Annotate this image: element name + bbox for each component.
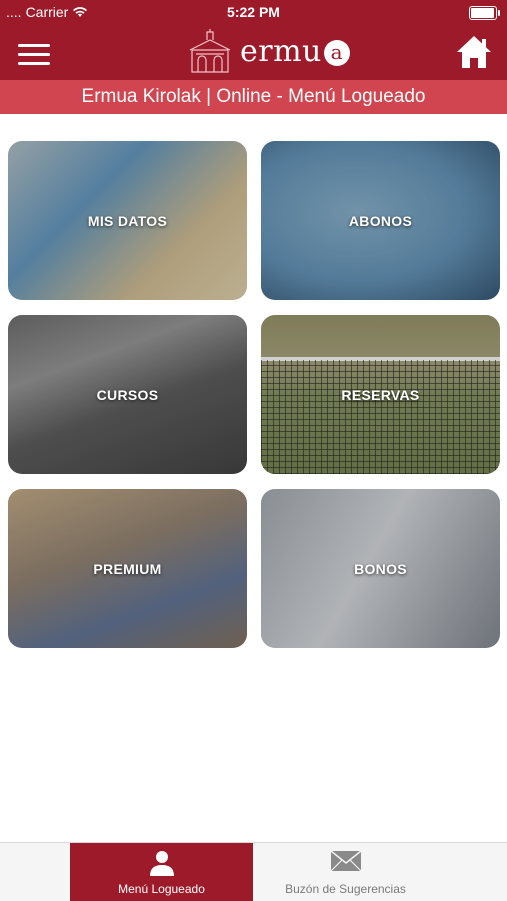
tab-label: Buzón de Sugerencias <box>285 882 406 896</box>
logo-wordmark: ermu a <box>240 34 350 69</box>
tile-label: CURSOS <box>96 386 159 403</box>
tile-label: RESERVAS <box>341 386 420 403</box>
page-subtitle: Ermua Kirolak | Online - Menú Logueado <box>0 80 507 114</box>
tab-label: Menú Logueado <box>118 882 205 896</box>
tab-bar: Menú Logueado Buzón de Sugerencias <box>0 842 507 901</box>
app-header: .... Carrier 5:22 PM ermu a <box>0 0 507 80</box>
tile-label: MIS DATOS <box>87 212 168 229</box>
tile-bonos[interactable]: BONOS <box>261 489 500 648</box>
tile-premium[interactable]: PREMIUM <box>8 489 247 648</box>
tab-buzon-sugerencias[interactable]: Buzón de Sugerencias <box>254 843 437 901</box>
tile-cursos[interactable]: CURSOS <box>8 315 247 474</box>
tile-reservas[interactable]: RESERVAS <box>261 315 500 474</box>
tab-menu-logueado[interactable]: Menú Logueado <box>70 843 253 901</box>
status-bar: .... Carrier 5:22 PM <box>0 0 507 26</box>
tile-label: PREMIUM <box>93 560 162 577</box>
tile-label: BONOS <box>354 560 407 577</box>
tile-mis-datos[interactable]: MIS DATOS <box>8 141 247 300</box>
status-time: 5:22 PM <box>227 4 280 20</box>
tile-abonos[interactable]: ABONOS <box>261 141 500 300</box>
town-hall-icon <box>189 29 231 73</box>
ermua-logo: ermu a <box>188 28 350 74</box>
envelope-icon <box>330 850 361 872</box>
home-icon[interactable] <box>455 34 493 70</box>
user-icon <box>149 851 174 876</box>
tile-label: ABONOS <box>348 212 413 229</box>
battery-icon <box>469 6 500 20</box>
menu-button[interactable] <box>18 44 50 66</box>
